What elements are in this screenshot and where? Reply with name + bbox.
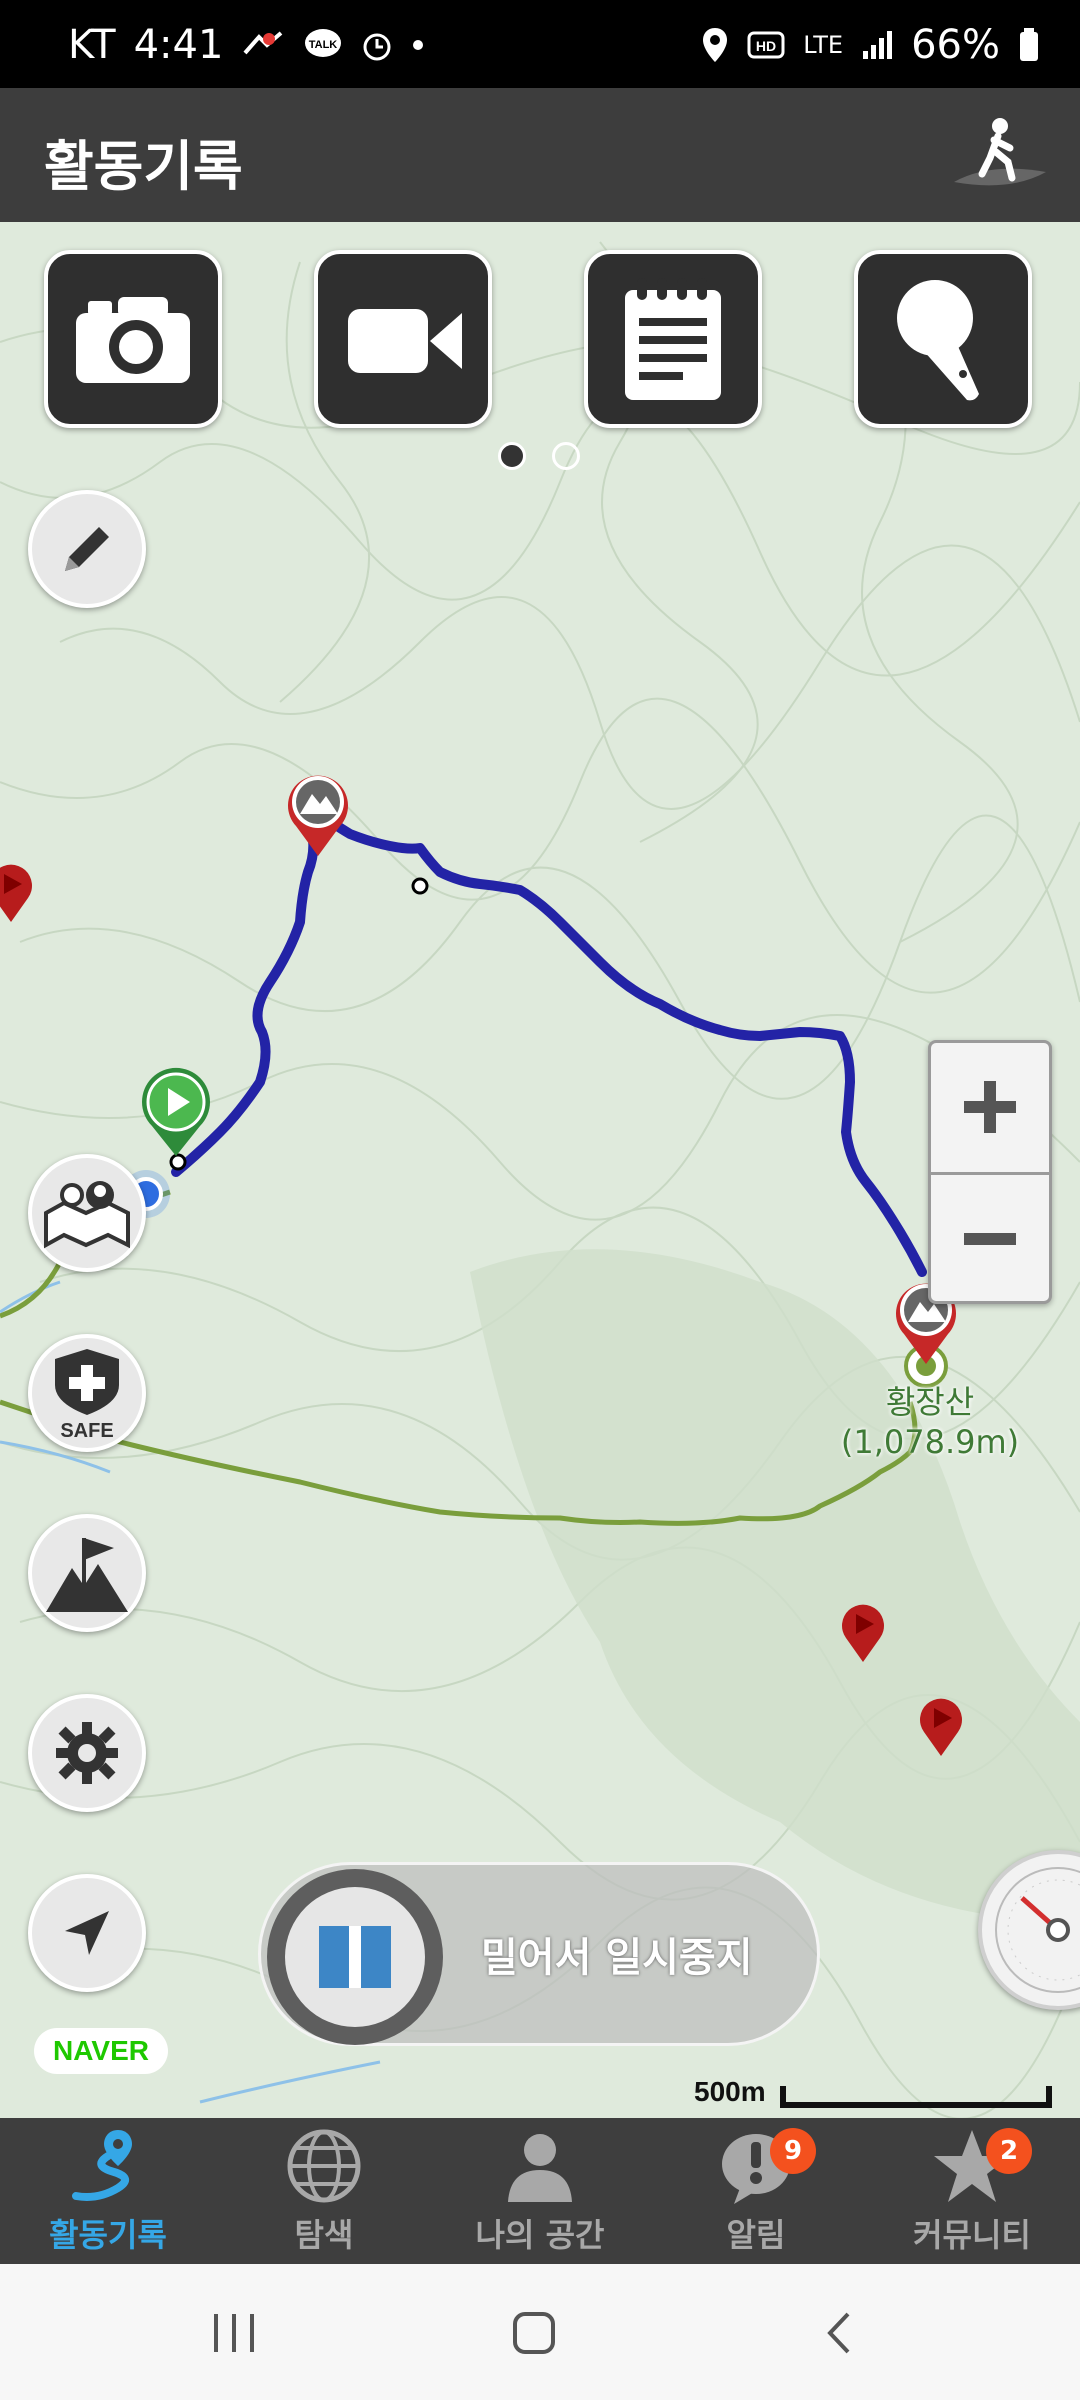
- alarm-icon: [363, 33, 391, 61]
- home-button[interactable]: [494, 2298, 574, 2368]
- safe-shield-icon: SAFE: [55, 1349, 119, 1441]
- route-icon: [72, 2130, 132, 2201]
- hd-text: HD: [756, 38, 776, 54]
- start-marker-icon[interactable]: [138, 1066, 214, 1158]
- nav-tab-community[interactable]: 2 커뮤니티: [864, 2118, 1080, 2264]
- settings-button[interactable]: [28, 1694, 146, 1812]
- nav-label: 활동기록: [49, 2216, 167, 2254]
- group-map-button[interactable]: [28, 1154, 146, 1272]
- scale-label: 500m: [694, 2076, 766, 2107]
- camera-icon: [76, 297, 190, 383]
- my-location-button[interactable]: [28, 1874, 146, 1992]
- minus-icon: [964, 1233, 1016, 1245]
- bottom-navigation: 활동기록 탐색 나의 공간 9 알림 2 커뮤니티: [0, 2118, 1080, 2264]
- map-view[interactable]: 황장산 (1,078.9m) SAFE 밀어서 일시중지 NAVER 500m: [0, 222, 1080, 2118]
- waypoint-marker-icon[interactable]: [0, 860, 34, 924]
- memo-icon: [625, 278, 721, 400]
- pause-slider-label: 밀어서 일시중지: [481, 1935, 753, 1981]
- gear-icon: [56, 1722, 118, 1784]
- map-scale-bar: 500m: [694, 2076, 1064, 2112]
- pause-slider-handle[interactable]: [267, 1869, 443, 2045]
- pause-icon: [319, 1926, 391, 1988]
- page-title: 활동기록: [44, 135, 243, 198]
- battery-icon: [1020, 28, 1038, 61]
- microphone-icon: [897, 280, 979, 401]
- nav-tab-notifications[interactable]: 9 알림: [648, 2118, 864, 2264]
- status-right: HD LTE 66%: [701, 22, 1040, 68]
- app-header: 활동기록: [0, 88, 1080, 222]
- recents-button[interactable]: [194, 2298, 274, 2368]
- pencil-icon: [65, 527, 109, 571]
- peak-name: 황장산: [885, 1383, 975, 1421]
- hiker-mode-button[interactable]: [950, 112, 1050, 198]
- pause-knob-face: [285, 1887, 425, 2027]
- recents-icon: [214, 2314, 254, 2352]
- scale-tick-right: [1046, 2086, 1052, 2108]
- video-icon: [348, 309, 462, 373]
- summit-button[interactable]: [28, 1514, 146, 1632]
- topographic-map: [0, 241, 1080, 2118]
- waypoint-marker-icon[interactable]: [918, 1694, 964, 1758]
- safe-button[interactable]: SAFE: [28, 1334, 146, 1452]
- nav-label: 탐색: [294, 2216, 354, 2254]
- signal-icon: [863, 31, 893, 59]
- kakaotalk-icon: TALK: [305, 29, 342, 57]
- nav-tab-explore[interactable]: 탐색: [216, 2118, 432, 2264]
- scale-tick-left: [780, 2086, 786, 2108]
- status-bar: KT 4:41 TALK HD LTE 66%: [0, 0, 1080, 88]
- voice-record-button[interactable]: [854, 250, 1032, 428]
- quick-action-pager: [0, 442, 1080, 472]
- location-icon: [703, 28, 728, 62]
- zoom-out-button[interactable]: [931, 1175, 1049, 1303]
- pager-dot-active[interactable]: [498, 442, 526, 470]
- status-left: KT 4:41 TALK: [68, 22, 425, 68]
- mountain-flag-icon: [46, 1538, 128, 1612]
- safe-label: SAFE: [60, 1420, 113, 1441]
- person-icon: [508, 2134, 572, 2202]
- edit-button[interactable]: [28, 490, 146, 608]
- globe-icon: [287, 2129, 361, 2203]
- peak-marker-icon[interactable]: [284, 770, 352, 858]
- community-badge: 2: [986, 2128, 1032, 2174]
- swipe-to-pause-slider[interactable]: 밀어서 일시중지: [258, 1862, 820, 2046]
- zoom-control: [928, 1040, 1052, 1304]
- lte-label: LTE: [803, 31, 844, 59]
- system-navigation-bar: [0, 2264, 1080, 2400]
- back-button[interactable]: [800, 2298, 880, 2368]
- camera-button[interactable]: [44, 250, 222, 428]
- naver-logo: NAVER: [34, 2028, 168, 2074]
- dot-icon: [413, 40, 424, 50]
- scale-line: [780, 2102, 1052, 2108]
- group-map-icon: [44, 1181, 130, 1249]
- nav-tab-my-space[interactable]: 나의 공간: [432, 2118, 648, 2264]
- navigate-arrow-icon: [65, 1911, 109, 1955]
- hiker-icon: [954, 118, 1046, 186]
- video-button[interactable]: [314, 250, 492, 428]
- compass-button[interactable]: [978, 1850, 1080, 2010]
- home-icon: [513, 2312, 555, 2354]
- hiking-notification-icon: [243, 31, 283, 55]
- nav-label: 나의 공간: [475, 2216, 605, 2254]
- zoom-in-button[interactable]: [931, 1043, 1049, 1171]
- peak-label: 황장산 (1,078.9m): [840, 1382, 1020, 1462]
- memo-button[interactable]: [584, 250, 762, 428]
- nav-label: 알림: [726, 2216, 786, 2254]
- svg-text:TALK: TALK: [309, 39, 338, 51]
- compass-icon: [995, 1867, 1080, 1993]
- battery-percent: 66%: [911, 22, 1000, 68]
- peak-elevation: (1,078.9m): [840, 1423, 1020, 1461]
- clock: 4:41: [133, 22, 224, 68]
- carrier-label: KT: [68, 22, 116, 68]
- pager-dot[interactable]: [552, 442, 580, 470]
- hd-voice-icon: HD: [747, 31, 785, 59]
- nav-label: 커뮤니티: [913, 2216, 1031, 2254]
- nav-tab-activity-record[interactable]: 활동기록: [0, 2118, 216, 2264]
- waypoint-marker-icon[interactable]: [840, 1600, 886, 1664]
- back-icon: [827, 2312, 850, 2354]
- notification-badge: 9: [770, 2128, 816, 2174]
- plus-icon: [964, 1081, 1016, 1133]
